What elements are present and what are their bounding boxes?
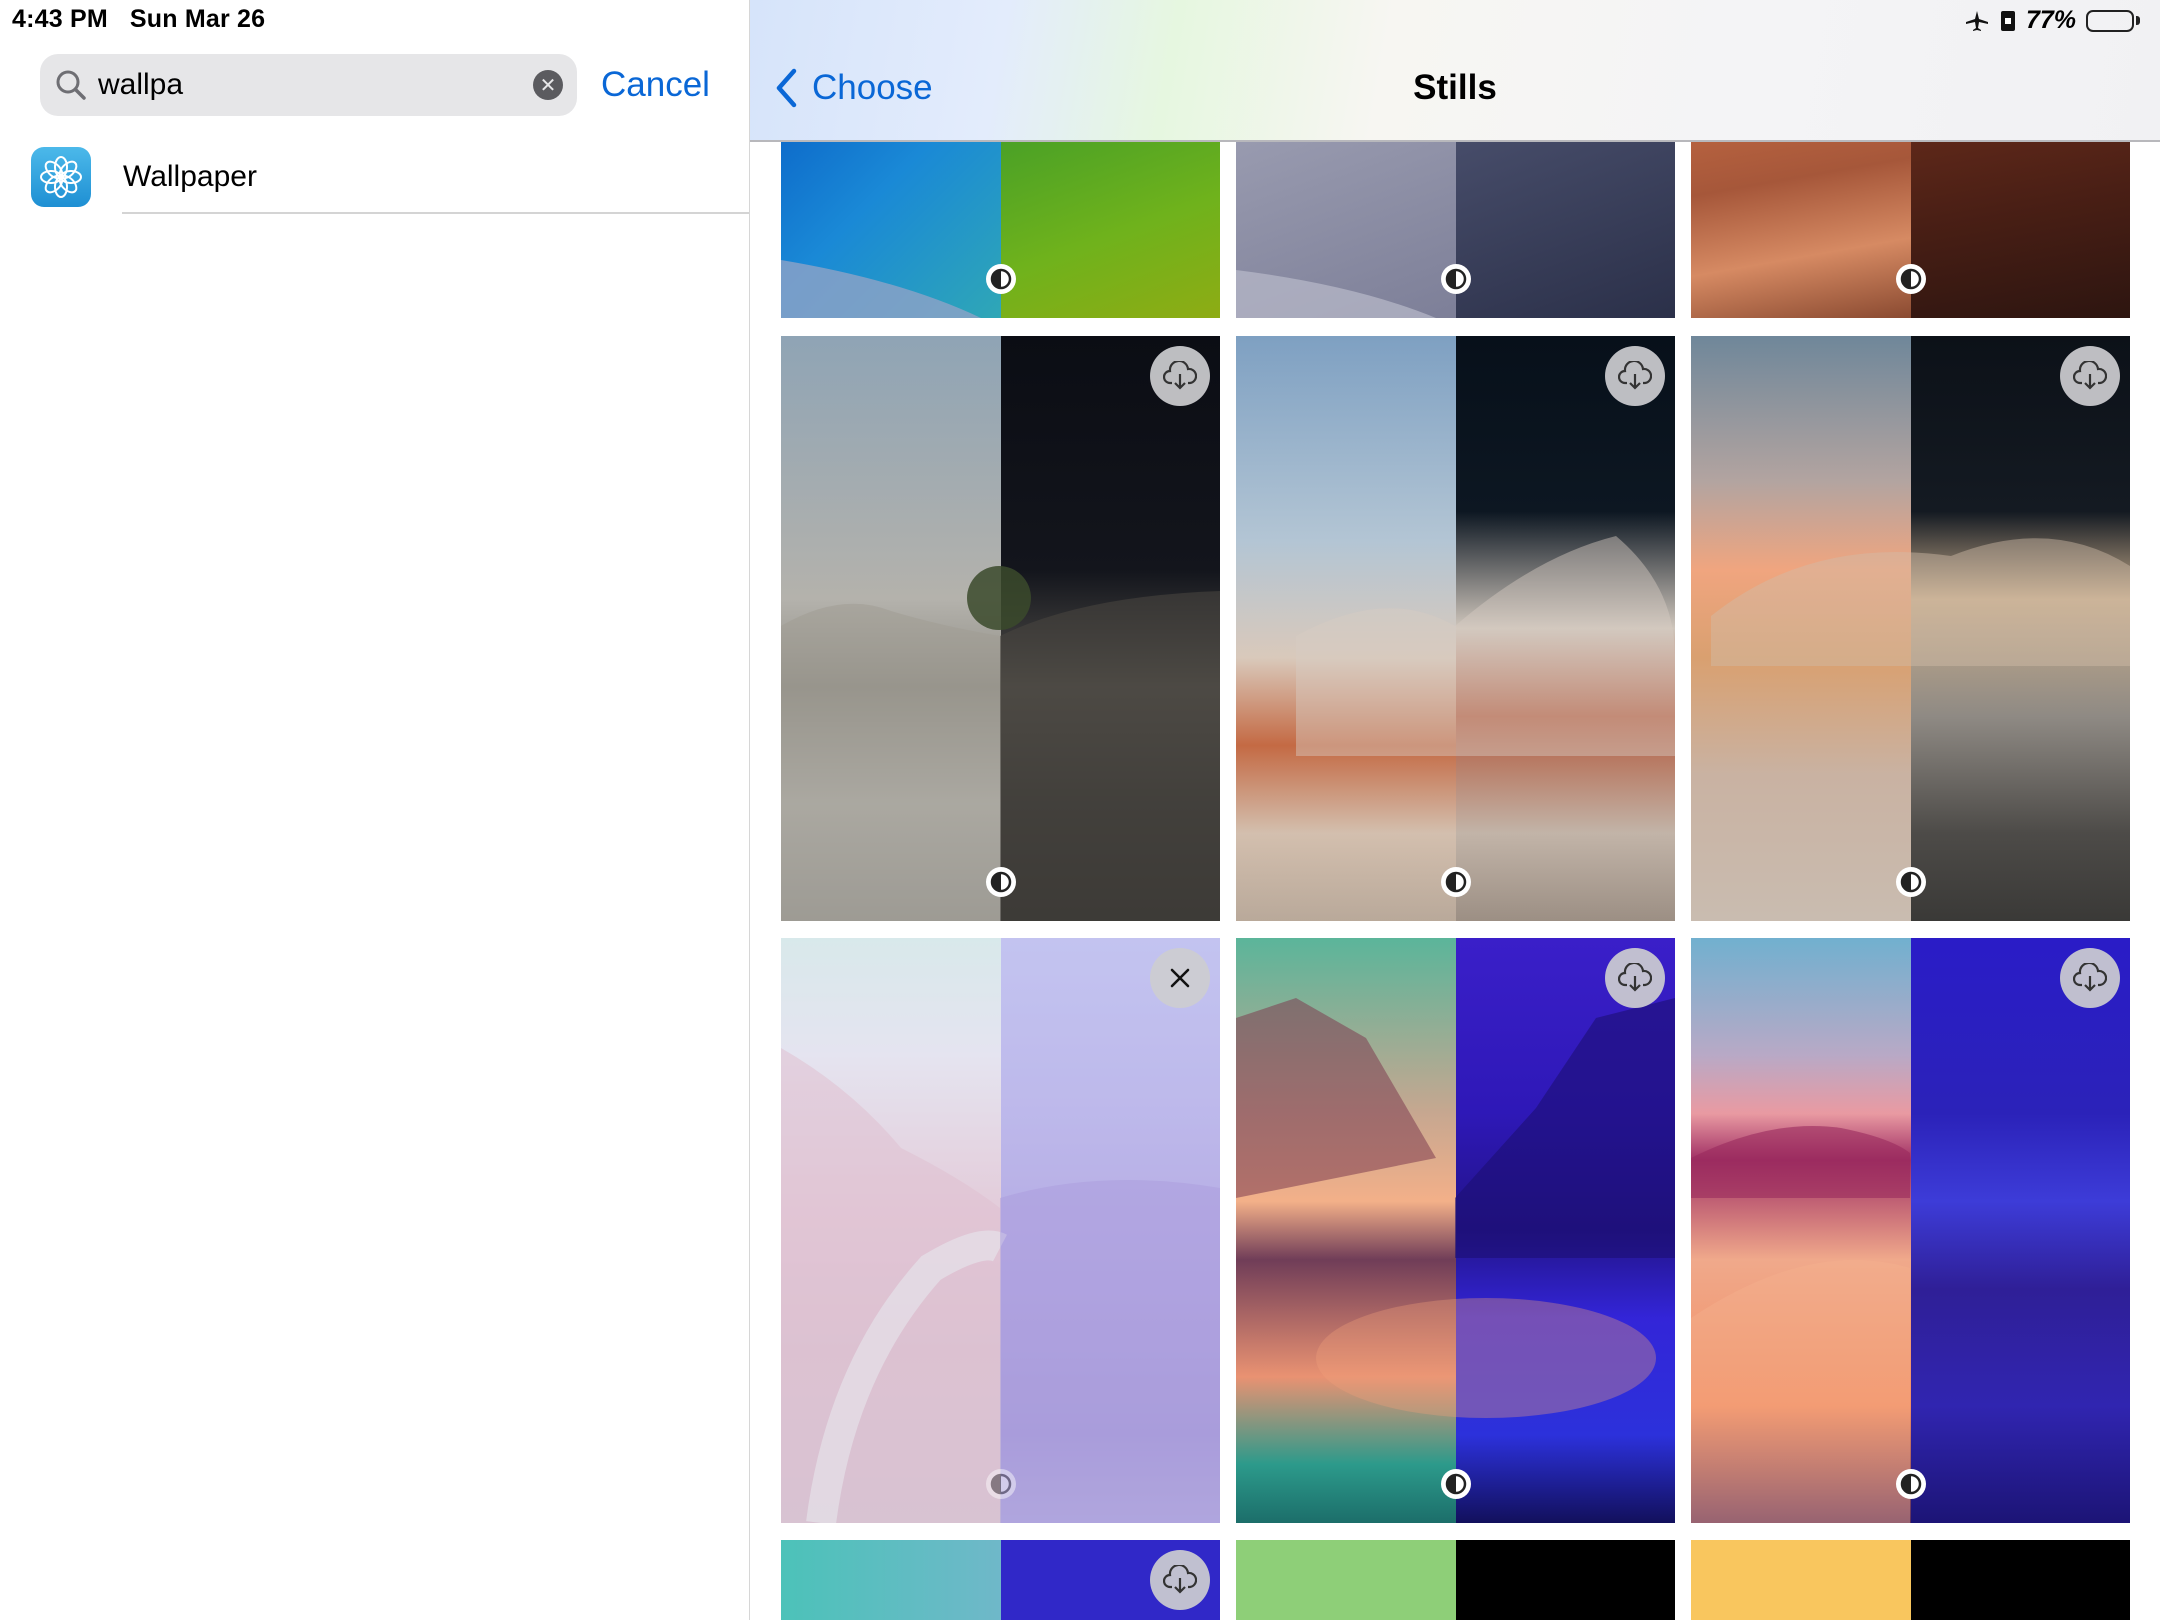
result-label: Wallpaper	[123, 160, 257, 193]
close-icon	[1170, 968, 1190, 988]
settings-flower-icon	[31, 147, 91, 207]
download-button[interactable]	[2060, 948, 2120, 1008]
appearance-toggle-icon[interactable]	[1439, 865, 1473, 899]
wallpaper-tile-11[interactable]	[1236, 1540, 1675, 1620]
appearance-toggle-icon[interactable]	[1894, 865, 1928, 899]
page-title: Stills	[1413, 68, 1497, 107]
appearance-toggle-icon[interactable]	[1894, 262, 1928, 296]
download-icon	[2073, 361, 2107, 390]
appearance-toggle-icon[interactable]	[984, 262, 1018, 296]
wallpaper-tile-9[interactable]	[1691, 938, 2130, 1523]
wallpaper-tile-6[interactable]	[1691, 336, 2130, 921]
wallpaper-tile-7[interactable]	[781, 938, 1220, 1523]
search-icon	[56, 70, 86, 100]
navigation-bar: Choose Stills	[750, 0, 2160, 142]
cancel-button[interactable]: Cancel	[601, 65, 710, 105]
download-icon	[1163, 361, 1197, 390]
appearance-toggle-icon[interactable]	[1439, 1467, 1473, 1501]
wallpaper-tile-8[interactable]	[1236, 938, 1675, 1523]
status-bar-left: 4:43 PM Sun Mar 26	[12, 5, 265, 34]
download-button[interactable]	[2060, 346, 2120, 406]
download-icon	[2073, 963, 2107, 992]
appearance-toggle-icon[interactable]	[1439, 262, 1473, 296]
wallpaper-tile-12[interactable]	[1691, 1540, 2130, 1620]
airplane-icon	[1964, 9, 1990, 33]
download-button[interactable]	[1150, 1550, 1210, 1610]
search-input[interactable]	[98, 68, 533, 102]
wallpaper-tile-5[interactable]	[1236, 336, 1675, 921]
download-icon	[1618, 963, 1652, 992]
search-field[interactable]: ✕	[40, 54, 577, 116]
main-pane: Choose Stills	[750, 0, 2160, 1620]
battery-percent: 77%	[2025, 6, 2076, 34]
download-icon	[1618, 361, 1652, 390]
wallpaper-tile-10[interactable]	[781, 1540, 1220, 1620]
download-icon	[1163, 1565, 1197, 1594]
search-result-wallpaper[interactable]: Wallpaper	[31, 140, 749, 214]
disabled-overlay	[781, 938, 1220, 1523]
status-date: Sun Mar 26	[129, 5, 266, 33]
battery-icon	[2086, 9, 2142, 33]
sidebar: ✕ Cancel Wallpaper	[0, 0, 750, 1620]
appearance-toggle-icon[interactable]	[984, 865, 1018, 899]
divider	[122, 212, 749, 214]
wallpaper-tile-4[interactable]	[781, 336, 1220, 921]
status-bar-right: 77%	[1964, 6, 2142, 35]
appearance-toggle-icon[interactable]	[984, 1467, 1018, 1501]
appearance-toggle-icon[interactable]	[1894, 1467, 1928, 1501]
status-time: 4:43 PM	[12, 5, 108, 33]
download-button[interactable]	[1605, 948, 1665, 1008]
download-button[interactable]	[1605, 346, 1665, 406]
remove-button[interactable]	[1150, 948, 1210, 1008]
clear-search-icon[interactable]: ✕	[533, 70, 563, 100]
download-button[interactable]	[1150, 346, 1210, 406]
orientation-lock-icon	[2000, 9, 2016, 33]
search-row: ✕ Cancel	[40, 54, 710, 116]
